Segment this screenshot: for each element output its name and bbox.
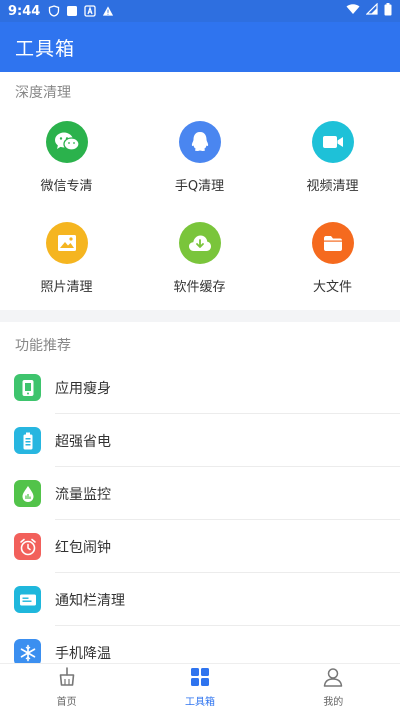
app-bar: 工具箱 — [0, 22, 400, 72]
grid-item-app-cache[interactable]: 软件缓存 — [133, 222, 266, 295]
status-time: 9:44 — [8, 3, 41, 19]
list-item-label: 超强省电 — [55, 433, 111, 450]
grid-item-video-clean[interactable]: 视频清理 — [266, 121, 399, 194]
list-item-red-packet-alarm[interactable]: 红包闹钟 — [0, 520, 400, 573]
alarm-clock-icon — [14, 533, 41, 560]
home-broom-icon — [56, 666, 78, 691]
grid-item-wechat-clean[interactable]: 微信专清 — [0, 121, 133, 194]
snowflake-icon — [14, 639, 41, 666]
list-item-label: 红包闹钟 — [55, 539, 111, 556]
grid-item-label: 微信专清 — [40, 179, 93, 194]
tab-label: 首页 — [56, 697, 77, 708]
list-item-label: 通知栏清理 — [55, 592, 125, 609]
qq-icon — [178, 121, 221, 163]
section-title-deep-clean: 深度清理 — [15, 85, 71, 101]
grid-item-photo-clean[interactable]: 照片清理 — [0, 222, 133, 295]
list-item-label: 手机降温 — [55, 645, 111, 662]
tab-toolbox[interactable]: 工具箱 — [133, 664, 266, 710]
section-title-recommend: 功能推荐 — [15, 338, 71, 354]
a-notification-icon — [84, 5, 96, 17]
section-divider — [0, 310, 400, 322]
folder-icon — [311, 222, 354, 264]
phone-slim-icon — [14, 374, 41, 401]
tab-label: 工具箱 — [184, 697, 215, 708]
grid-item-label: 手Q清理 — [174, 179, 225, 194]
signal-icon — [365, 2, 378, 19]
page-title: 工具箱 — [15, 37, 76, 60]
video-icon — [311, 121, 354, 163]
bottom-tab-bar: 首页 工具箱 我的 — [0, 663, 400, 710]
wifi-icon — [346, 3, 360, 19]
list-item-label: 应用瘦身 — [55, 380, 111, 397]
cloud-download-icon — [178, 222, 221, 264]
photo-icon — [45, 222, 88, 264]
grid-item-qq-clean[interactable]: 手Q清理 — [133, 121, 266, 194]
list-item-power-save[interactable]: 超强省电 — [0, 414, 400, 467]
grid-item-label: 大文件 — [312, 280, 352, 295]
list-item-notification-clean[interactable]: 通知栏清理 — [0, 573, 400, 626]
shield-icon — [48, 5, 60, 17]
wechat-icon — [45, 121, 88, 163]
tab-label: 我的 — [323, 697, 344, 708]
list-item-traffic-monitor[interactable]: 流量监控 — [0, 467, 400, 520]
grid-item-label: 视频清理 — [306, 179, 359, 194]
tab-mine[interactable]: 我的 — [267, 664, 400, 710]
status-bar: 9:44 — [0, 0, 400, 22]
battery-status-icon — [384, 2, 392, 20]
battery-icon — [14, 427, 41, 454]
tab-home[interactable]: 首页 — [0, 664, 133, 710]
list-item-app-slim[interactable]: 应用瘦身 — [0, 361, 400, 414]
user-icon — [322, 666, 344, 691]
grid-item-label: 照片清理 — [40, 280, 93, 295]
warning-icon — [102, 5, 114, 17]
grid-item-large-files[interactable]: 大文件 — [266, 222, 399, 295]
toolbox-grid-icon — [189, 666, 211, 691]
drop-icon — [14, 480, 41, 507]
grid-item-label: 软件缓存 — [173, 280, 226, 295]
notification-card-icon — [14, 586, 41, 613]
list-item-label: 流量监控 — [55, 486, 111, 503]
square-notification-icon — [66, 5, 78, 17]
